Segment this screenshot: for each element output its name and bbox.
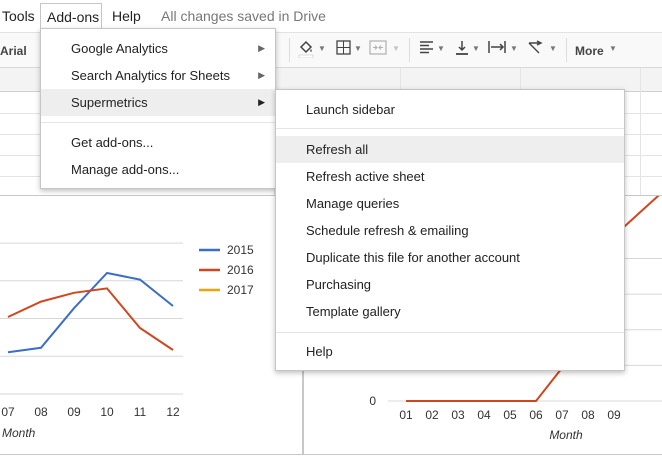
addons-item-supermetrics[interactable]: Supermetrics ▶ bbox=[41, 89, 275, 116]
menu-item-label: Get add-ons... bbox=[71, 135, 154, 150]
chevron-down-icon[interactable]: ▼ bbox=[392, 44, 400, 53]
chevron-down-icon[interactable]: ▼ bbox=[549, 44, 557, 53]
menu-divider bbox=[276, 332, 624, 333]
submenu-item-schedule-refresh[interactable]: Schedule refresh & emailing bbox=[276, 217, 624, 244]
menu-item-label: Search Analytics for Sheets bbox=[71, 68, 230, 83]
addons-menu: Google Analytics ▶ Search Analytics for … bbox=[40, 28, 276, 189]
x-tick-label: 09 bbox=[67, 405, 81, 419]
series-line-2015 bbox=[7, 271, 174, 354]
x-axis-label: Month bbox=[549, 428, 583, 442]
supermetrics-submenu: Launch sidebar Refresh all Refresh activ… bbox=[275, 89, 625, 371]
y-tick-label: 0 bbox=[369, 394, 376, 408]
chevron-down-icon[interactable]: ▼ bbox=[510, 44, 518, 53]
x-tick-label: 07 bbox=[1, 405, 15, 419]
toolbar-divider bbox=[289, 38, 290, 62]
submenu-item-launch-sidebar[interactable]: Launch sidebar bbox=[276, 96, 624, 123]
text-rotation-icon[interactable] bbox=[527, 40, 545, 61]
chevron-right-icon: ▶ bbox=[258, 70, 265, 80]
submenu-item-template-gallery[interactable]: Template gallery bbox=[276, 298, 624, 325]
menu-addons[interactable]: Add-ons bbox=[40, 3, 102, 29]
submenu-item-purchasing[interactable]: Purchasing bbox=[276, 271, 624, 298]
menu-item-label: Refresh active sheet bbox=[306, 169, 425, 184]
x-tick-label: 08 bbox=[581, 408, 595, 422]
x-tick-label: 06 bbox=[529, 408, 543, 422]
chevron-down-icon[interactable]: ▼ bbox=[472, 44, 480, 53]
menu-item-label: Help bbox=[306, 344, 333, 359]
x-tick-label: 09 bbox=[607, 408, 621, 422]
x-tick-label: 10 bbox=[100, 405, 114, 419]
legend-label: 2016 bbox=[227, 263, 254, 277]
x-tick-label: 05 bbox=[503, 408, 517, 422]
menu-item-label: Template gallery bbox=[306, 304, 401, 319]
menu-tools[interactable]: Tools bbox=[2, 8, 35, 24]
menu-divider bbox=[41, 122, 275, 123]
merge-cells-icon[interactable] bbox=[369, 40, 387, 60]
submenu-item-manage-queries[interactable]: Manage queries bbox=[276, 190, 624, 217]
series-line-2016 bbox=[7, 287, 174, 351]
more-button[interactable]: More bbox=[575, 44, 604, 58]
submenu-item-refresh-active-sheet[interactable]: Refresh active sheet bbox=[276, 163, 624, 190]
menu-item-label: Purchasing bbox=[306, 277, 372, 292]
text-wrap-icon[interactable] bbox=[488, 40, 506, 59]
chevron-down-icon[interactable]: ▼ bbox=[609, 44, 617, 53]
fill-color-icon[interactable] bbox=[298, 40, 314, 63]
menu-addons-label: Add-ons bbox=[47, 9, 100, 25]
legend-label: 2017 bbox=[227, 283, 254, 297]
toolbar-divider bbox=[409, 38, 410, 62]
x-tick-label: 03 bbox=[451, 408, 465, 422]
legend-label: 2015 bbox=[227, 243, 254, 257]
menu-item-label: Launch sidebar bbox=[306, 102, 395, 117]
menu-item-label: Google Analytics bbox=[71, 41, 168, 56]
menu-divider bbox=[276, 128, 624, 129]
menu-item-label: Duplicate this file for another account bbox=[306, 250, 520, 265]
x-tick-label: 07 bbox=[555, 408, 569, 422]
addons-item-search-analytics[interactable]: Search Analytics for Sheets ▶ bbox=[41, 62, 275, 89]
chevron-right-icon: ▶ bbox=[258, 43, 265, 53]
submenu-item-duplicate-file[interactable]: Duplicate this file for another account bbox=[276, 244, 624, 271]
x-tick-label: 08 bbox=[34, 405, 48, 419]
addons-item-get-addons[interactable]: Get add-ons... bbox=[41, 129, 275, 156]
x-tick-label: 11 bbox=[134, 405, 147, 419]
chart-left[interactable]: 07 08 09 10 11 12 Month 2015 2016 2017 bbox=[0, 195, 303, 455]
x-axis-label: Month bbox=[2, 426, 36, 440]
toolbar-divider bbox=[566, 38, 567, 62]
x-tick-label: 04 bbox=[477, 408, 491, 422]
submenu-item-refresh-all[interactable]: Refresh all bbox=[276, 136, 624, 163]
chevron-down-icon[interactable]: ▼ bbox=[437, 44, 445, 53]
menu-help[interactable]: Help bbox=[112, 8, 141, 24]
menu-item-label: Refresh all bbox=[306, 142, 369, 157]
font-family-select[interactable]: Arial bbox=[0, 44, 27, 58]
vertical-align-icon[interactable] bbox=[455, 40, 469, 61]
chevron-down-icon[interactable]: ▼ bbox=[318, 44, 326, 53]
horizontal-align-icon[interactable] bbox=[419, 40, 434, 59]
addons-item-manage-addons[interactable]: Manage add-ons... bbox=[41, 156, 275, 183]
x-tick-label: 02 bbox=[425, 408, 439, 422]
x-tick-label: 12 bbox=[166, 405, 180, 419]
submenu-item-help[interactable]: Help bbox=[276, 338, 624, 365]
chevron-right-icon: ▶ bbox=[258, 97, 265, 107]
menu-item-label: Schedule refresh & emailing bbox=[306, 223, 469, 238]
borders-icon[interactable] bbox=[336, 40, 351, 60]
save-status-text: All changes saved in Drive bbox=[161, 8, 326, 24]
line-chart-left: 07 08 09 10 11 12 Month 2015 2016 2017 bbox=[0, 242, 254, 440]
menu-item-label: Supermetrics bbox=[71, 95, 148, 110]
x-tick-label: 01 bbox=[399, 408, 413, 422]
menu-item-label: Manage queries bbox=[306, 196, 400, 211]
addons-item-google-analytics[interactable]: Google Analytics ▶ bbox=[41, 35, 275, 62]
chevron-down-icon[interactable]: ▼ bbox=[354, 44, 362, 53]
menu-item-label: Manage add-ons... bbox=[71, 162, 180, 177]
